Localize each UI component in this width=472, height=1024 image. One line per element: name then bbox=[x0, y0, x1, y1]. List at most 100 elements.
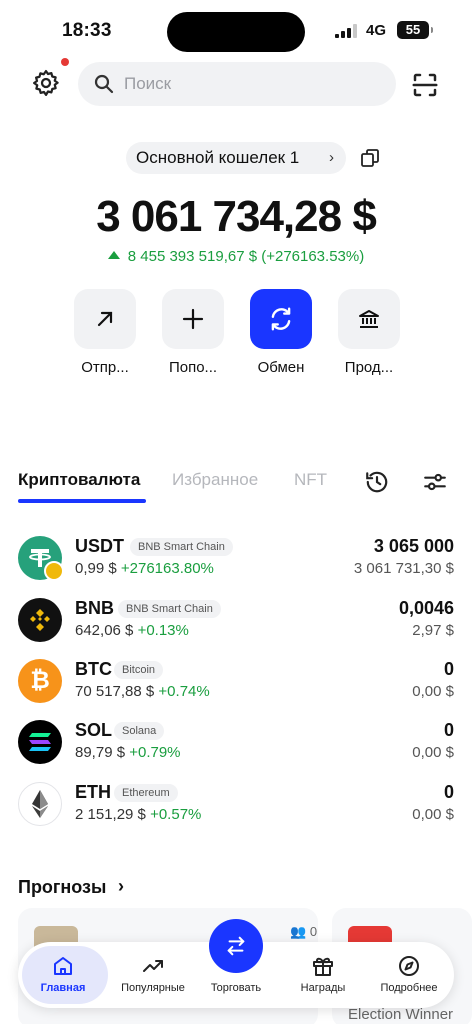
asset-amount: 0,0046 bbox=[398, 598, 454, 618]
asset-amount: 0 bbox=[443, 720, 454, 740]
gift-icon bbox=[313, 957, 333, 976]
bnb-chain-badge-icon bbox=[44, 561, 64, 581]
forecasts-title[interactable]: Прогнозы bbox=[18, 877, 106, 898]
asset-fiat-value: 0,00 $ bbox=[412, 806, 454, 823]
gear-icon[interactable] bbox=[31, 68, 61, 98]
compass-icon bbox=[399, 956, 419, 976]
send-button-tile[interactable] bbox=[74, 289, 136, 349]
asset-symbol: ETH bbox=[75, 782, 111, 802]
swap-arrows-icon bbox=[227, 936, 245, 956]
sell-button[interactable]: Прод... bbox=[338, 289, 400, 376]
asset-row-usdt[interactable]: USDT BNB Smart Chain 0,99 $ +276163.80% … bbox=[0, 530, 472, 586]
asset-symbol: BTC bbox=[75, 659, 112, 679]
tab-favorites[interactable]: Избранное bbox=[172, 470, 258, 490]
nav-home[interactable]: Главная bbox=[20, 942, 108, 1008]
btc-coin-icon: ₿ bbox=[18, 659, 62, 703]
nav-home-label: Главная bbox=[40, 982, 86, 994]
asset-row-bnb[interactable]: BNB BNB Smart Chain 642,06 $ +0.13% 0,00… bbox=[0, 592, 472, 648]
asset-amount: 0 bbox=[443, 659, 454, 679]
up-arrow-icon bbox=[107, 251, 120, 259]
copy-icon[interactable] bbox=[360, 148, 380, 168]
asset-symbol: SOL bbox=[75, 720, 113, 740]
asset-price: 2 151,29 $ +0.57% bbox=[75, 806, 201, 823]
asset-price-value: 70 517,88 $ bbox=[75, 683, 155, 700]
arrow-up-right-icon bbox=[97, 311, 113, 327]
asset-change: +0.57% bbox=[150, 806, 202, 823]
nav-more[interactable]: Подробнее bbox=[366, 942, 452, 1008]
asset-change: +0.13% bbox=[137, 622, 189, 639]
battery-indicator: 55 bbox=[397, 21, 433, 39]
asset-price-value: 0,99 $ bbox=[75, 560, 117, 577]
tab-crypto[interactable]: Криптовалюта bbox=[18, 470, 140, 490]
tab-nft[interactable]: NFT bbox=[294, 470, 327, 490]
chevron-right-icon: › bbox=[329, 149, 334, 166]
asset-price: 89,79 $ +0.79% bbox=[75, 744, 181, 761]
network-tag: Bitcoin bbox=[114, 661, 164, 679]
nav-popular[interactable]: Популярные bbox=[110, 942, 196, 1008]
asset-fiat-value: 2,97 $ bbox=[412, 622, 454, 639]
asset-fiat-value: 3 061 731,30 $ bbox=[353, 560, 454, 577]
filter-icon[interactable] bbox=[422, 469, 448, 495]
trending-icon bbox=[143, 960, 163, 972]
total-balance: 3 061 734,28 $ bbox=[96, 192, 377, 241]
plus-icon bbox=[182, 308, 204, 330]
chevron-right-icon[interactable]: › bbox=[118, 876, 124, 897]
asset-change: +0.74% bbox=[158, 683, 210, 700]
bank-icon bbox=[359, 310, 379, 328]
signal-icon bbox=[335, 24, 357, 38]
asset-fiat-value: 0,00 $ bbox=[412, 683, 454, 700]
notification-dot bbox=[61, 58, 69, 66]
swap-label: Обмен bbox=[257, 359, 305, 376]
asset-price: 0,99 $ +276163.80% bbox=[75, 560, 214, 577]
search-input[interactable] bbox=[124, 62, 384, 106]
asset-price: 642,06 $ +0.13% bbox=[75, 622, 189, 639]
deposit-button-tile[interactable] bbox=[162, 289, 224, 349]
asset-price-value: 642,06 $ bbox=[75, 622, 134, 639]
trade-button[interactable] bbox=[209, 919, 263, 973]
deposit-button[interactable]: Попо... bbox=[162, 289, 224, 376]
home-icon bbox=[54, 957, 72, 975]
network-type: 4G bbox=[366, 22, 387, 39]
active-tab-indicator bbox=[18, 499, 146, 503]
asset-change: +276163.80% bbox=[120, 560, 214, 577]
forecast-participants: 👥 0 bbox=[290, 924, 318, 939]
asset-row-eth[interactable]: ETH Ethereum 2 151,29 $ +0.57% 0 0,00 $ bbox=[0, 776, 472, 832]
wallet-selector[interactable]: Основной кошелек 1 › bbox=[126, 142, 346, 174]
forecast-card-title: Election Winner bbox=[348, 1006, 454, 1023]
bnb-coin-icon bbox=[18, 598, 62, 642]
asset-amount: 0 bbox=[443, 782, 454, 802]
network-tag: BNB Smart Chain bbox=[130, 538, 233, 556]
search-bar[interactable] bbox=[78, 62, 396, 106]
sell-label: Прод... bbox=[344, 359, 394, 376]
nav-more-label: Подробнее bbox=[380, 982, 438, 994]
history-icon[interactable] bbox=[364, 469, 390, 495]
scan-icon[interactable] bbox=[410, 70, 440, 100]
asset-price-value: 2 151,29 $ bbox=[75, 806, 146, 823]
asset-symbol: BNB bbox=[75, 598, 114, 618]
balance-change-value: 8 455 393 519,67 $ (+276163.53%) bbox=[127, 248, 365, 265]
status-bar: 18:33 4G 55 bbox=[0, 0, 472, 60]
asset-price: 70 517,88 $ +0.74% bbox=[75, 683, 210, 700]
dynamic-island bbox=[167, 12, 305, 52]
status-time: 18:33 bbox=[62, 20, 112, 41]
nav-trade-label: Торговать bbox=[210, 982, 262, 994]
nav-rewards-label: Награды bbox=[300, 982, 346, 994]
swap-button-tile[interactable] bbox=[250, 289, 312, 349]
swap-button[interactable]: Обмен bbox=[250, 289, 312, 376]
send-label: Отпр... bbox=[81, 359, 129, 376]
nav-popular-label: Популярные bbox=[121, 982, 185, 994]
nav-rewards[interactable]: Награды bbox=[280, 942, 366, 1008]
asset-row-btc[interactable]: ₿ BTC Bitcoin 70 517,88 $ +0.74% 0 0,00 … bbox=[0, 653, 472, 709]
sol-coin-icon bbox=[18, 720, 62, 764]
participants-count: 0 bbox=[309, 924, 318, 939]
asset-fiat-value: 0,00 $ bbox=[412, 744, 454, 761]
asset-row-sol[interactable]: SOL Solana 89,79 $ +0.79% 0 0,00 $ bbox=[0, 714, 472, 770]
asset-symbol: USDT bbox=[75, 536, 124, 556]
sell-button-tile[interactable] bbox=[338, 289, 400, 349]
wallet-name: Основной кошелек 1 bbox=[136, 148, 300, 167]
asset-change: +0.79% bbox=[129, 744, 181, 761]
send-button[interactable]: Отпр... bbox=[74, 289, 136, 376]
eth-coin-icon bbox=[18, 782, 62, 826]
balance-change: 8 455 393 519,67 $ (+276163.53%) bbox=[0, 248, 472, 265]
network-tag: BNB Smart Chain bbox=[118, 600, 221, 618]
